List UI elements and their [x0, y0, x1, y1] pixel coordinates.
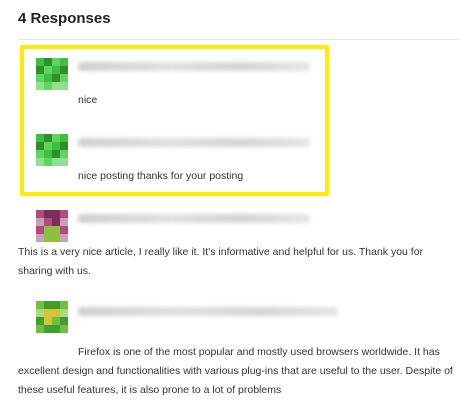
comment-meta-blurred	[78, 62, 310, 71]
comment-text: This is a very nice article, I really li…	[18, 246, 424, 277]
comment-text-line-group: Firefox is one of the most popular and m…	[18, 343, 458, 400]
comment-meta-blurred	[78, 214, 310, 223]
comments-section: 4 Responses nice nice posting thanks for…	[0, 0, 474, 412]
avatar[interactable]	[36, 58, 68, 90]
comment-meta-blurred	[78, 138, 310, 147]
comment-text: Firefox is one of the most popular and m…	[18, 346, 453, 396]
comment-meta-blurred	[78, 307, 338, 316]
avatar[interactable]	[36, 210, 68, 242]
comment-text: nice	[78, 94, 98, 106]
comment-text-line-group: This is a very nice article, I really li…	[18, 243, 458, 281]
comment-text: nice posting thanks for your posting	[78, 170, 244, 182]
avatar[interactable]	[36, 301, 68, 333]
responses-heading: 4 Responses	[18, 10, 111, 27]
avatar[interactable]	[36, 134, 68, 166]
heading-divider	[18, 39, 458, 40]
